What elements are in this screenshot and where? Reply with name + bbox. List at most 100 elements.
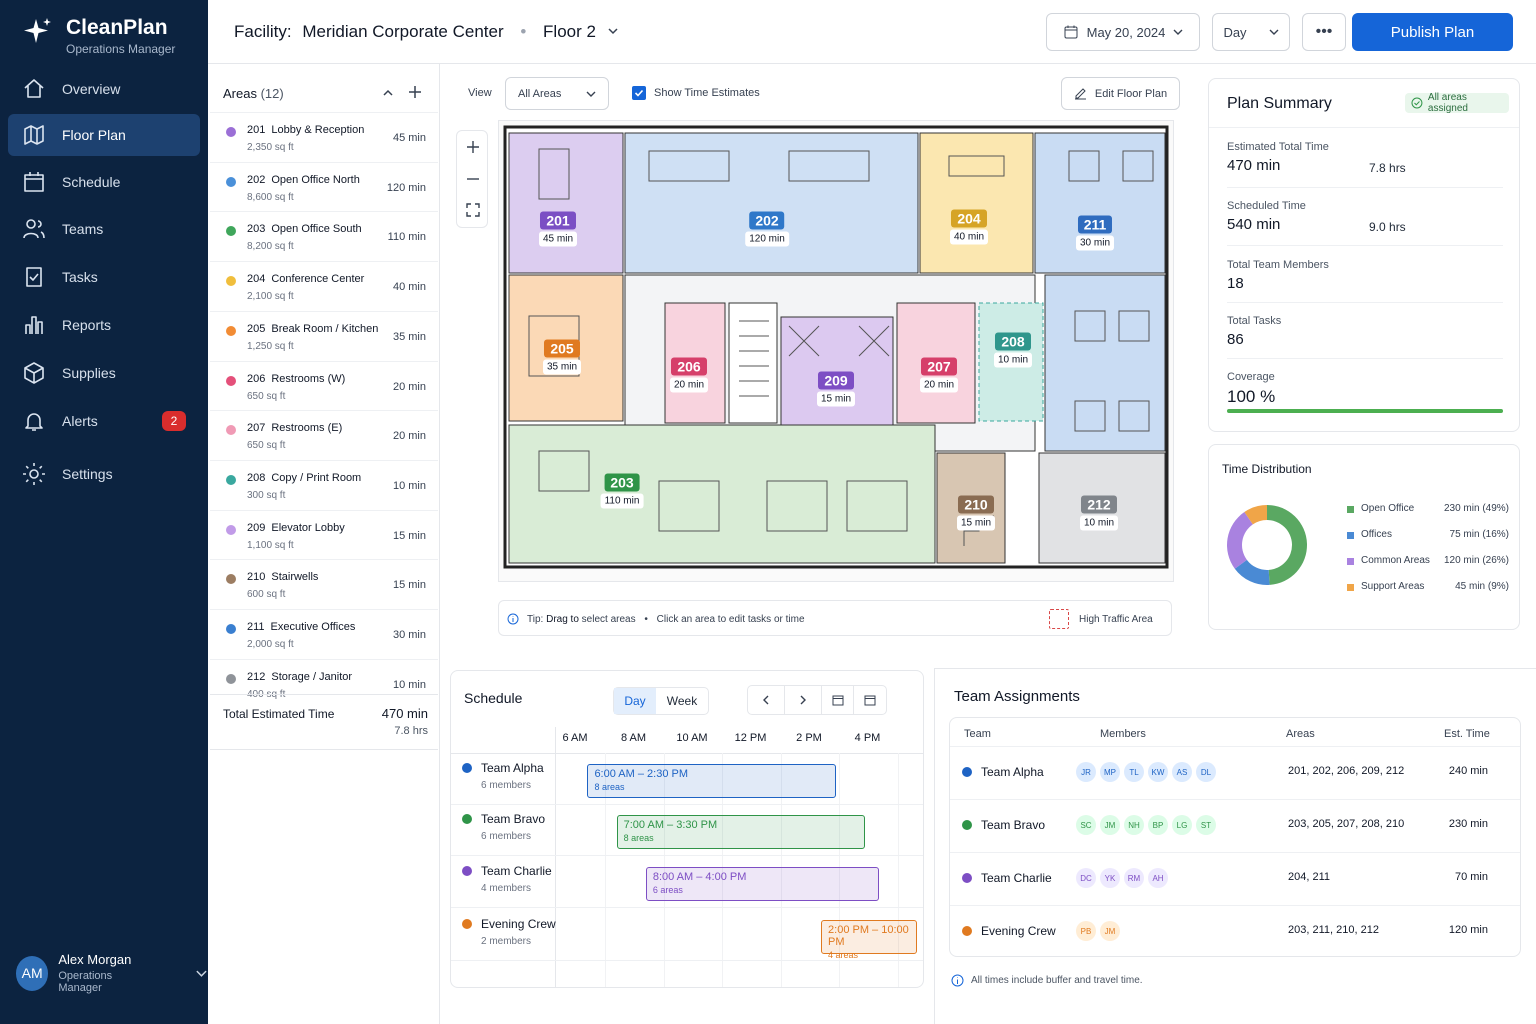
room-label-204[interactable]: 204 40 min <box>949 209 989 245</box>
assignment-row[interactable]: Evening Crew PB JM 203, 211, 210, 212 120 mi… <box>950 905 1520 957</box>
room-label-207[interactable]: 207 20 min <box>919 357 959 393</box>
next-button[interactable] <box>785 686 822 714</box>
nav-item-schedule[interactable]: Schedule <box>8 161 200 203</box>
member-avatar[interactable]: KW <box>1148 762 1168 782</box>
calendar-button[interactable] <box>822 686 854 714</box>
member-avatar[interactable]: LG <box>1172 815 1192 835</box>
chevron-down-icon[interactable] <box>195 966 208 980</box>
member-avatar[interactable]: YK <box>1100 868 1120 888</box>
date-picker[interactable]: May 20, 2024 <box>1046 13 1200 51</box>
schedule-bar[interactable]: 6:00 AM – 2:30 PM 8 areas <box>587 764 836 798</box>
user-profile[interactable]: AM Alex Morgan Operations Manager <box>16 952 208 994</box>
assignment-row[interactable]: Team Charlie DC YK RM AH 204, 211 70 min <box>950 852 1520 904</box>
member-avatar[interactable]: JM <box>1100 815 1120 835</box>
facility-selector[interactable]: Facility: Meridian Corporate Center • Fl… <box>234 22 619 42</box>
area-time: 10 min <box>392 479 426 492</box>
nav-item-tasks[interactable]: Tasks <box>8 256 200 298</box>
zoom-in-icon[interactable] <box>466 140 480 154</box>
area-list-item[interactable]: 207 Restrooms (E) 650 sq ft 20 min <box>210 410 438 459</box>
room-label-209[interactable]: 209 15 min <box>816 371 856 407</box>
more-options-button[interactable]: ••• <box>1302 13 1346 51</box>
donut-slice-common-areas[interactable] <box>1227 512 1253 569</box>
area-time: 35 min <box>392 330 426 343</box>
room-label-203[interactable]: 203 110 min <box>600 473 644 509</box>
chevron-up-icon[interactable] <box>382 87 394 99</box>
schedule-team[interactable]: Evening Crew 2 members <box>481 917 556 947</box>
room-label-212[interactable]: 212 10 min <box>1079 495 1119 531</box>
area-list-item[interactable]: 211 Executive Offices 2,000 sq ft 30 min <box>210 609 438 658</box>
area-list-item[interactable]: 204 Conference Center 2,100 sq ft 40 min <box>210 261 438 310</box>
member-avatar[interactable]: JM <box>1100 921 1120 941</box>
team-color-dot <box>462 919 472 929</box>
schedule-bar[interactable]: 2:00 PM – 10:00 PM 4 areas <box>821 920 917 960</box>
room-label-205[interactable]: 205 35 min <box>542 339 582 375</box>
zoom-out-icon[interactable] <box>466 172 480 186</box>
member-avatar[interactable]: ST <box>1196 815 1216 835</box>
donut-slice-open-office[interactable] <box>1267 505 1307 585</box>
area-number: 202 <box>247 173 266 186</box>
nav-item-floor-plan[interactable]: Floor Plan <box>8 114 200 156</box>
room-label-202[interactable]: 202 120 min <box>745 211 789 247</box>
nav-item-teams[interactable]: Teams <box>8 208 200 250</box>
add-icon[interactable] <box>408 85 422 99</box>
schedule-bar[interactable]: 8:00 AM – 4:00 PM 6 areas <box>645 867 880 901</box>
area-list-item[interactable]: 205 Break Room / Kitchen 1,250 sq ft 35 min <box>210 310 438 360</box>
nav-item-alerts[interactable]: Alerts 2 <box>8 400 200 442</box>
nav-item-overview[interactable]: Overview <box>8 68 200 110</box>
area-list-item[interactable]: 209 Elevator Lobby 1,100 sq ft 15 min <box>210 509 438 559</box>
assignment-row[interactable]: Team Bravo SC JM NH BP LG ST 203, 205, 207, 208… <box>950 799 1520 851</box>
checkbox-checked-icon[interactable] <box>632 86 646 100</box>
view-select[interactable]: Day <box>1212 13 1290 51</box>
floor-plan-canvas[interactable]: 201 45 min 202 120 min 204 40 min 211 30 min 205… <box>498 120 1174 582</box>
publish-plan-button[interactable]: Publish Plan <box>1352 13 1513 51</box>
nav-item-settings[interactable]: Settings <box>8 453 200 495</box>
area-list-item[interactable]: 206 Restrooms (W) 650 sq ft 20 min <box>210 360 438 410</box>
member-avatar[interactable]: RM <box>1124 868 1144 888</box>
area-list-item[interactable]: 203 Open Office South 8,200 sq ft 110 min <box>210 211 438 260</box>
prev-button[interactable] <box>748 686 785 714</box>
tab-week[interactable]: Week <box>656 688 708 714</box>
member-avatar[interactable]: PB <box>1076 921 1096 941</box>
area-list-item[interactable]: 202 Open Office North 8,600 sq ft 120 min <box>210 161 438 211</box>
member-avatar[interactable]: JR <box>1076 762 1096 782</box>
area-view-select[interactable]: All Areas <box>505 77 609 110</box>
room-201[interactable] <box>508 132 624 274</box>
member-avatar[interactable]: BP <box>1148 815 1168 835</box>
assignment-row[interactable]: Team Alpha JR MP TL KW AS DL 201, 202, 206, 209… <box>950 746 1520 798</box>
member-avatar[interactable]: NH <box>1124 815 1144 835</box>
member-avatar[interactable]: DC <box>1076 868 1096 888</box>
room-label-211[interactable]: 211 30 min <box>1075 215 1115 251</box>
room-211[interactable] <box>1034 132 1166 274</box>
room-203[interactable] <box>508 424 936 564</box>
member-avatar[interactable]: AS <box>1172 762 1192 782</box>
room-204[interactable] <box>919 132 1034 274</box>
show-time-toggle[interactable]: Show Time Estimates <box>632 86 760 100</box>
schedule-team[interactable]: Team Alpha 6 members <box>481 761 544 791</box>
edit-floor-plan-button[interactable]: Edit Floor Plan <box>1061 77 1180 110</box>
member-avatar[interactable]: DL <box>1196 762 1216 782</box>
bar-chart-icon <box>25 316 43 334</box>
room-label-208[interactable]: 208 10 min <box>993 332 1033 368</box>
schedule-team[interactable]: Team Bravo 6 members <box>481 812 545 842</box>
room-label-201[interactable]: 201 45 min <box>538 211 578 247</box>
nav-item-reports[interactable]: Reports <box>8 304 200 346</box>
area-list-item[interactable]: 208 Copy / Print Room 300 sq ft 10 min <box>210 459 438 509</box>
calendar-range-button[interactable] <box>854 686 886 714</box>
area-name: 210 Stairwells <box>247 571 318 583</box>
area-list-item[interactable]: 210 Stairwells 600 sq ft 15 min <box>210 559 438 608</box>
nav-item-supplies[interactable]: Supplies <box>8 352 200 394</box>
member-avatar[interactable]: MP <box>1100 762 1120 782</box>
schedule-bar[interactable]: 7:00 AM – 3:30 PM 8 areas <box>616 815 865 849</box>
member-avatar[interactable]: AH <box>1148 868 1168 888</box>
member-avatar[interactable]: SC <box>1076 815 1096 835</box>
app-logo[interactable]: CleanPlan Operations Manager <box>22 16 175 56</box>
room-label-210[interactable]: 210 15 min <box>956 495 996 531</box>
member-avatar[interactable]: TL <box>1124 762 1144 782</box>
fit-screen-icon[interactable] <box>466 203 480 217</box>
tab-day[interactable]: Day <box>614 688 656 714</box>
room-label-206[interactable]: 206 20 min <box>669 357 709 393</box>
time-tick-label: 6 AM <box>562 732 588 744</box>
area-list-item[interactable]: 201 Lobby & Reception 2,350 sq ft 45 min <box>210 112 438 161</box>
schedule-team[interactable]: Team Charlie 4 members <box>481 864 552 894</box>
room-202[interactable] <box>624 132 919 274</box>
